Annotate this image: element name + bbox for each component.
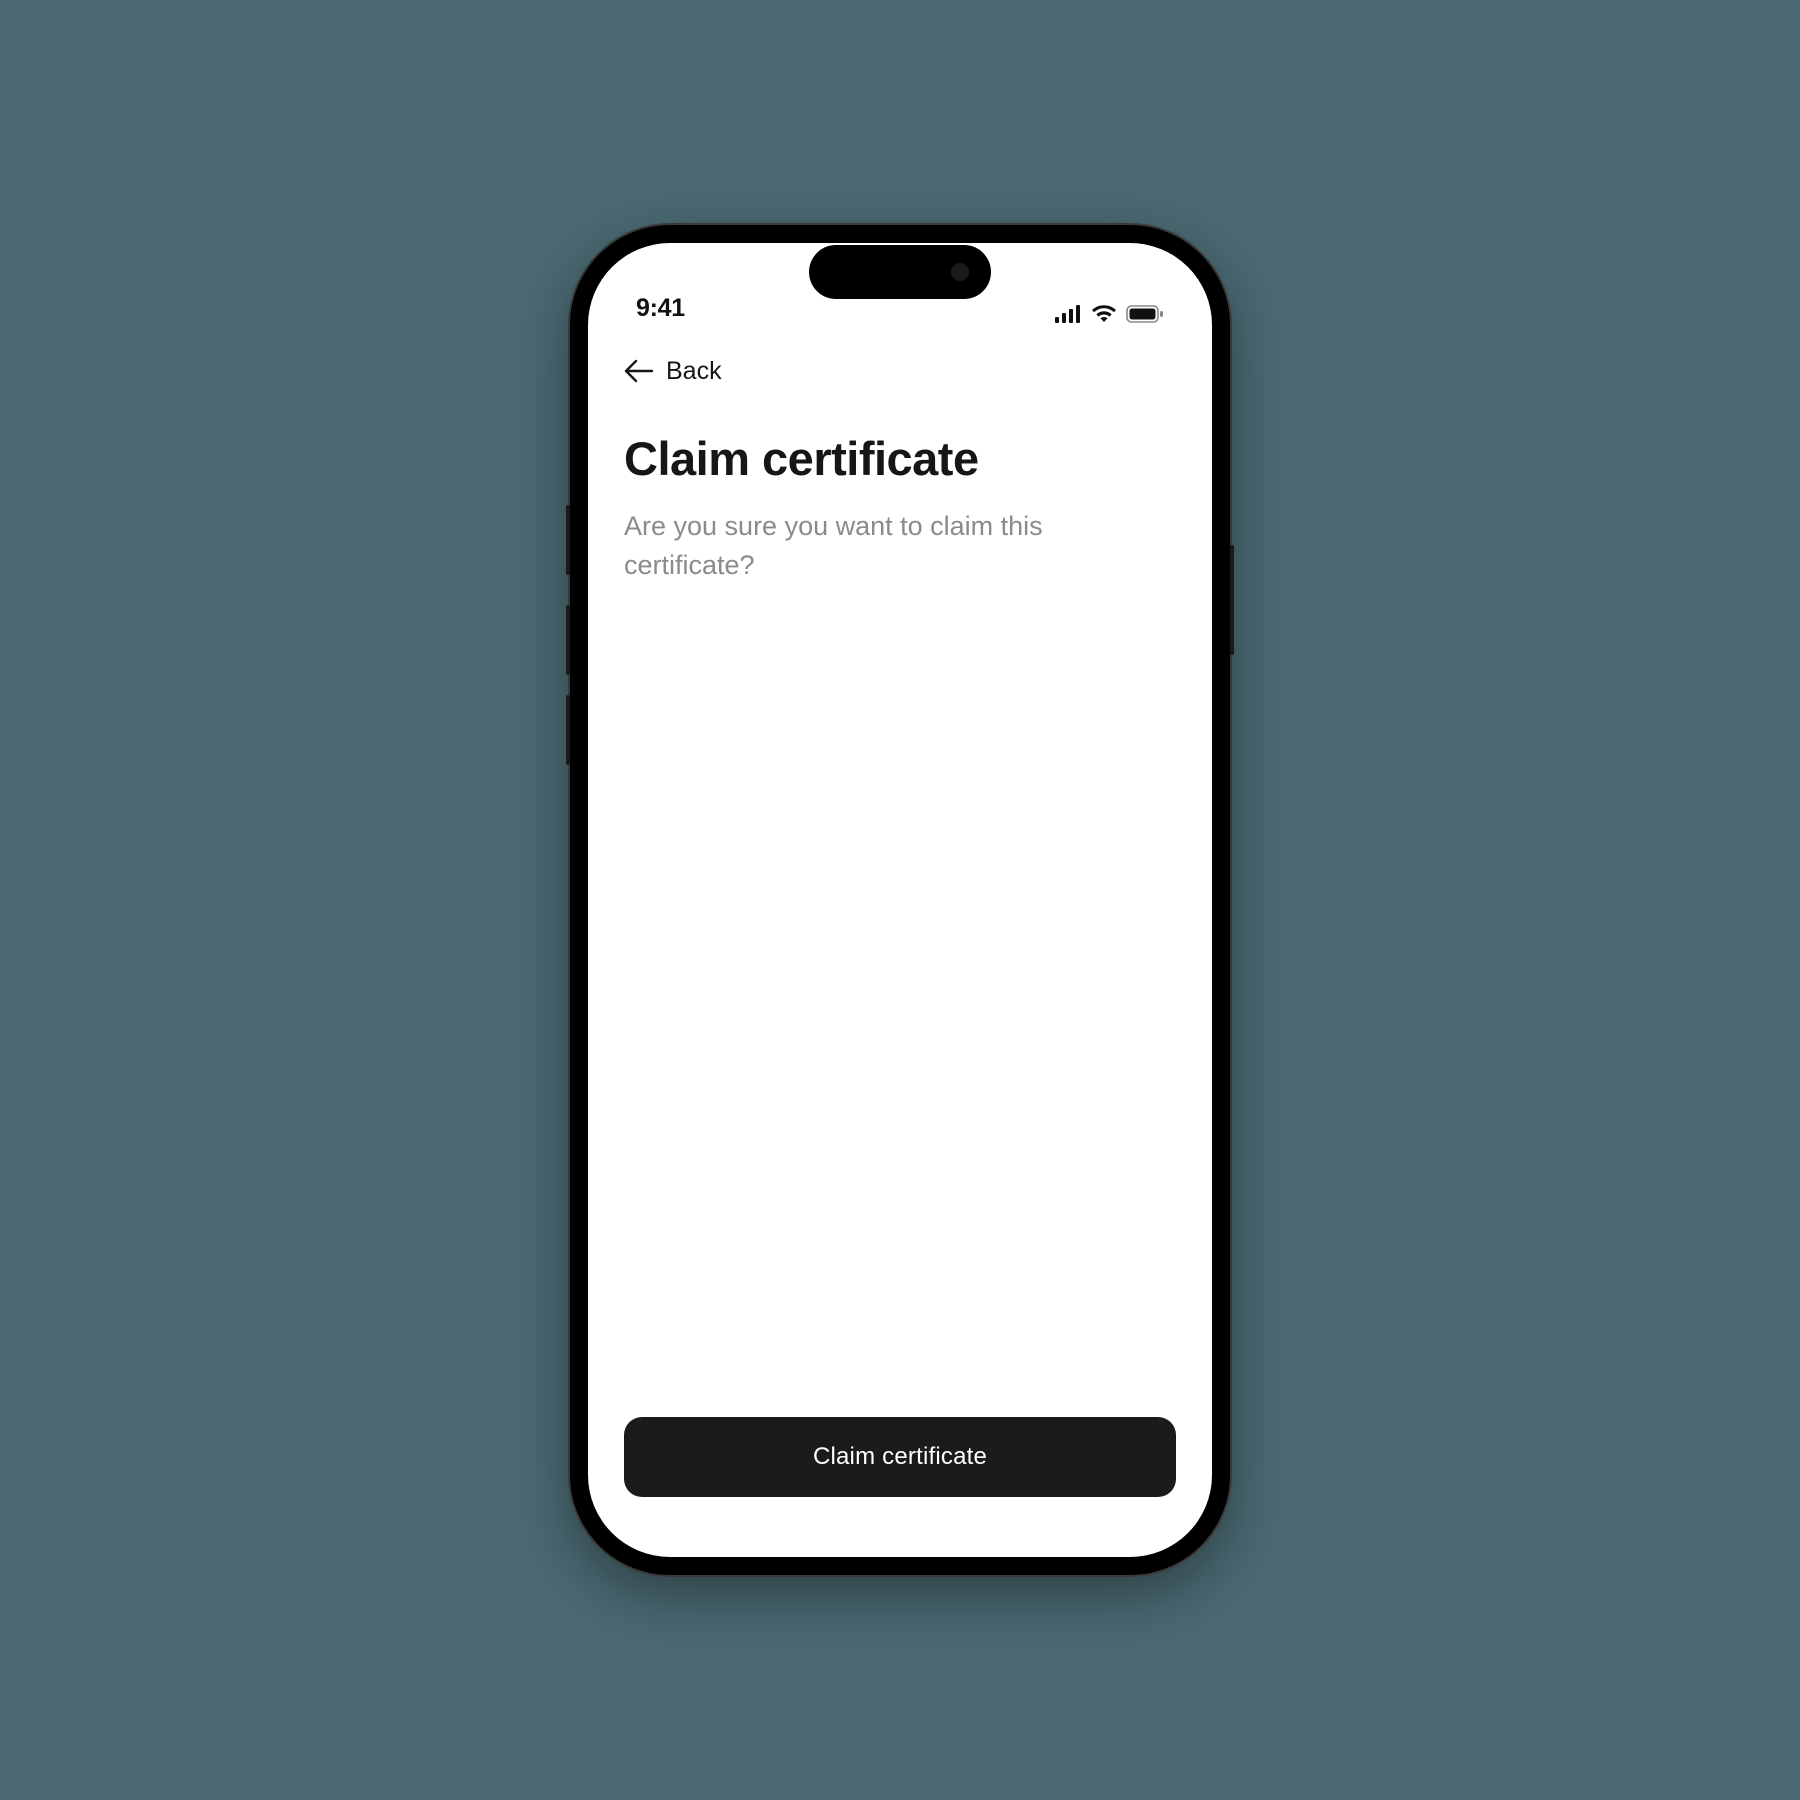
claim-certificate-button[interactable]: Claim certificate bbox=[624, 1417, 1176, 1497]
footer-actions: Claim certificate bbox=[588, 1417, 1212, 1557]
phone-device-frame: 9:41 bbox=[570, 225, 1230, 1575]
dynamic-island bbox=[809, 245, 991, 299]
wifi-icon bbox=[1091, 305, 1117, 323]
page-content: Claim certificate Are you sure you want … bbox=[588, 397, 1212, 1417]
arrow-left-icon bbox=[624, 359, 654, 383]
phone-screen: 9:41 bbox=[588, 243, 1212, 1557]
battery-icon bbox=[1126, 305, 1164, 323]
status-time: 9:41 bbox=[636, 294, 685, 323]
page-subtitle: Are you sure you want to claim this cert… bbox=[624, 507, 1144, 585]
back-label: Back bbox=[666, 357, 722, 386]
cellular-signal-icon bbox=[1055, 305, 1082, 323]
page-title: Claim certificate bbox=[624, 433, 1176, 485]
back-button[interactable]: Back bbox=[588, 333, 1212, 397]
status-indicators bbox=[1055, 305, 1164, 323]
